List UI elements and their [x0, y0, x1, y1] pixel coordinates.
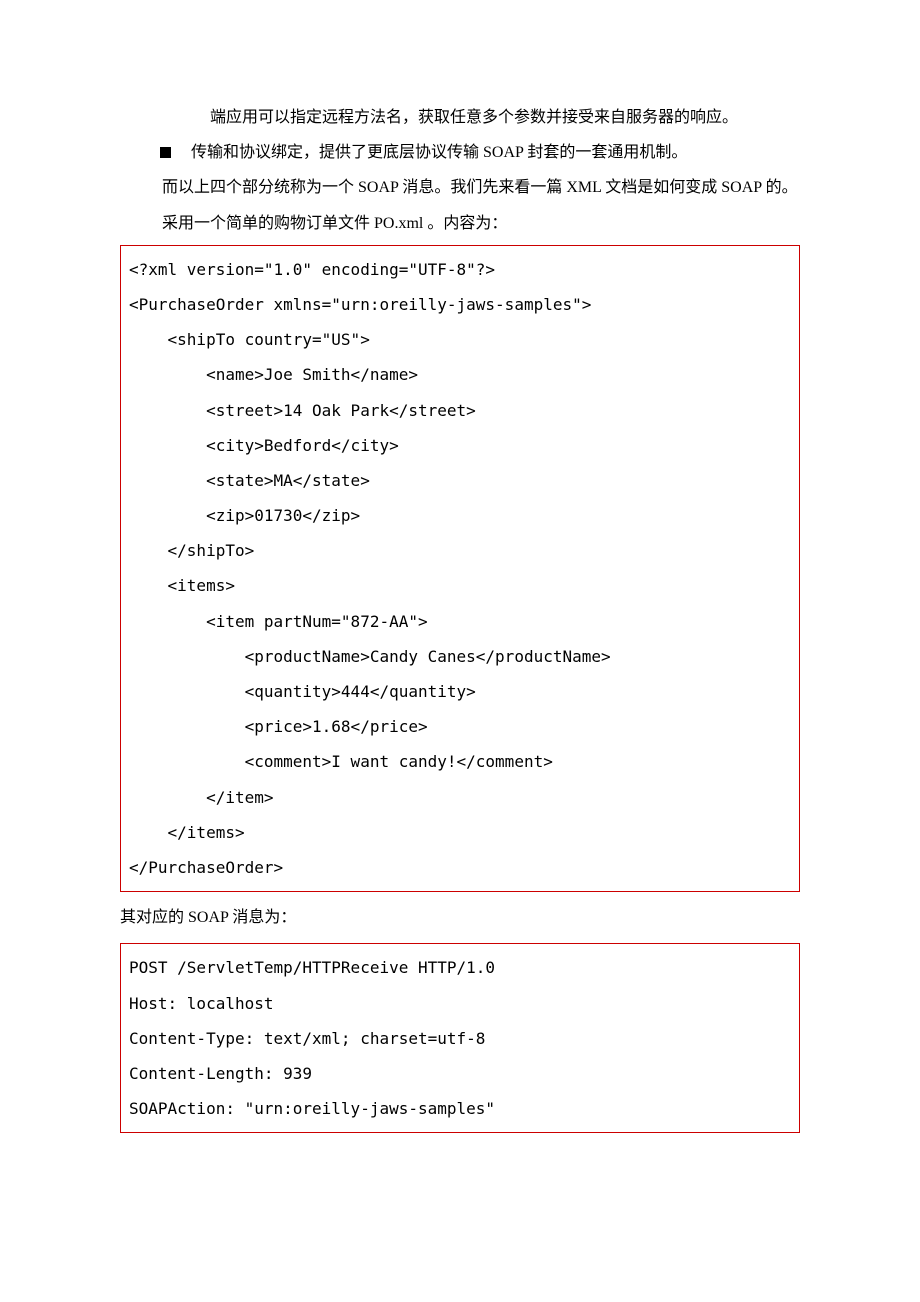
intro-continuation: 端应用可以指定远程方法名，获取任意多个参数并接受来自服务器的响应。	[120, 100, 800, 135]
caption-between: 其对应的 SOAP 消息为：	[120, 896, 800, 939]
intro-paragraph-text: 而以上四个部分统称为一个 SOAP 消息。我们先来看一篇 XML 文档是如何变成…	[162, 179, 798, 231]
square-bullet-icon	[160, 147, 171, 158]
bullet-item: 传输和协议绑定，提供了更底层协议传输 SOAP 封套的一套通用机制。	[120, 135, 800, 170]
soap-code-block: POST /ServletTemp/HTTPReceive HTTP/1.0 H…	[120, 943, 800, 1133]
xml-code-block: <?xml version="1.0" encoding="UTF-8"?> <…	[120, 245, 800, 892]
intro-paragraph: 而以上四个部分统称为一个 SOAP 消息。我们先来看一篇 XML 文档是如何变成…	[120, 170, 800, 240]
bullet-text: 传输和协议绑定，提供了更底层协议传输 SOAP 封套的一套通用机制。	[191, 135, 687, 170]
